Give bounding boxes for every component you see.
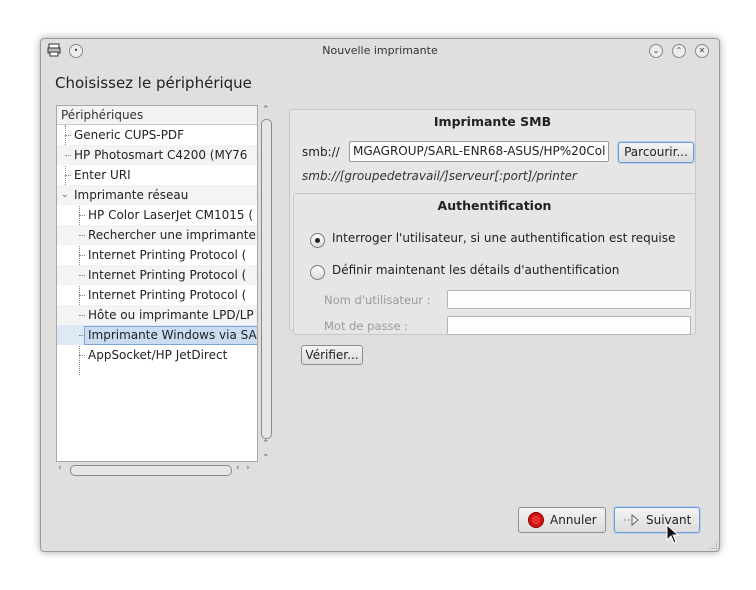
username-label: Nom d'utilisateur :	[324, 293, 431, 307]
scroll-up-icon[interactable]: ⌃	[262, 439, 270, 449]
verify-button[interactable]: Vérifier...	[301, 345, 363, 365]
tree-header[interactable]: Périphériques	[57, 106, 257, 125]
smb-group-title: Imprimante SMB	[433, 114, 552, 129]
next-button[interactable]: Suivant	[614, 507, 700, 533]
radio-prompt-user-label[interactable]: Interroger l'utilisateur, si une authent…	[332, 231, 675, 245]
radio-define-now-label[interactable]: Définir maintenant les détails d'authent…	[332, 263, 619, 277]
scroll-left-icon[interactable]: ‹	[58, 463, 62, 473]
tree-item[interactable]: Hôte ou imprimante LPD/LP	[57, 305, 257, 325]
tree-item[interactable]: Enter URI	[57, 165, 257, 185]
radio-define-now[interactable]	[310, 265, 325, 280]
tree-item[interactable]: HP Photosmart C4200 (MY76	[57, 145, 257, 165]
scroll-up-icon[interactable]: ⌃	[262, 105, 270, 115]
stop-icon	[528, 512, 544, 528]
maximize-button[interactable]: ⌃	[672, 44, 686, 58]
smb-prefix-label: smb://	[302, 145, 340, 159]
cancel-button[interactable]: Annuler	[518, 507, 606, 533]
tree-item[interactable]: HP Color LaserJet CM1015 (	[57, 205, 257, 225]
tree-item[interactable]: AppSocket/HP JetDirect	[57, 345, 257, 365]
window-title: Nouvelle imprimante	[322, 44, 438, 57]
minimize-button[interactable]: ⌄	[649, 44, 663, 58]
tree-item[interactable]: Internet Printing Protocol (	[57, 265, 257, 285]
password-field[interactable]	[447, 316, 691, 335]
auth-group: Authentification Interroger l'utilisateu…	[293, 193, 696, 335]
tree-vertical-scrollbar[interactable]: ⌃ ⌃ ⌄	[259, 105, 273, 461]
title-bar[interactable]: • Nouvelle imprimante ⌄ ⌃ ✕	[41, 39, 719, 63]
auth-group-title: Authentification	[437, 198, 552, 213]
tree-item[interactable]: Internet Printing Protocol (	[57, 285, 257, 305]
tree-item[interactable]: Generic CUPS-PDF	[57, 125, 257, 145]
radio-prompt-user[interactable]	[310, 233, 325, 248]
resize-grip[interactable]	[710, 542, 717, 549]
page-title: Choisissez le périphérique	[55, 74, 252, 92]
scroll-right-icon[interactable]: ›	[246, 463, 250, 473]
tree-item[interactable]: Rechercher une imprimante	[57, 225, 257, 245]
device-tree[interactable]: Périphériques Generic CUPS-PDF HP Photos…	[56, 105, 258, 462]
tree-item[interactable]: Internet Printing Protocol (	[57, 245, 257, 265]
tree-item-selected[interactable]: Imprimante Windows via SA	[57, 325, 257, 345]
tree-horizontal-scrollbar[interactable]: ‹ ‹ ›	[56, 463, 256, 477]
browse-button[interactable]: Parcourir...	[618, 142, 694, 163]
chevron-down-icon[interactable]: ⌄	[61, 185, 69, 205]
scroll-down-icon[interactable]: ⌄	[262, 449, 270, 459]
arrow-right-icon	[623, 512, 643, 528]
scroll-left-icon[interactable]: ‹	[236, 463, 240, 473]
smb-url-input[interactable]: MGAGROUP/SARL-ENR68-ASUS/HP%20Col	[349, 141, 609, 162]
smb-format-hint: smb://[groupedetravail/]serveur[:port]/p…	[302, 169, 577, 183]
tree-item-network[interactable]: ⌄ Imprimante réseau	[57, 185, 257, 205]
scroll-thumb[interactable]	[261, 119, 272, 439]
dialog-window: • Nouvelle imprimante ⌄ ⌃ ✕ Choisissez l…	[40, 38, 720, 552]
scroll-thumb[interactable]	[70, 465, 232, 476]
password-label: Mot de passe :	[324, 319, 409, 333]
close-button[interactable]: ✕	[695, 44, 709, 58]
username-field[interactable]	[447, 290, 691, 309]
